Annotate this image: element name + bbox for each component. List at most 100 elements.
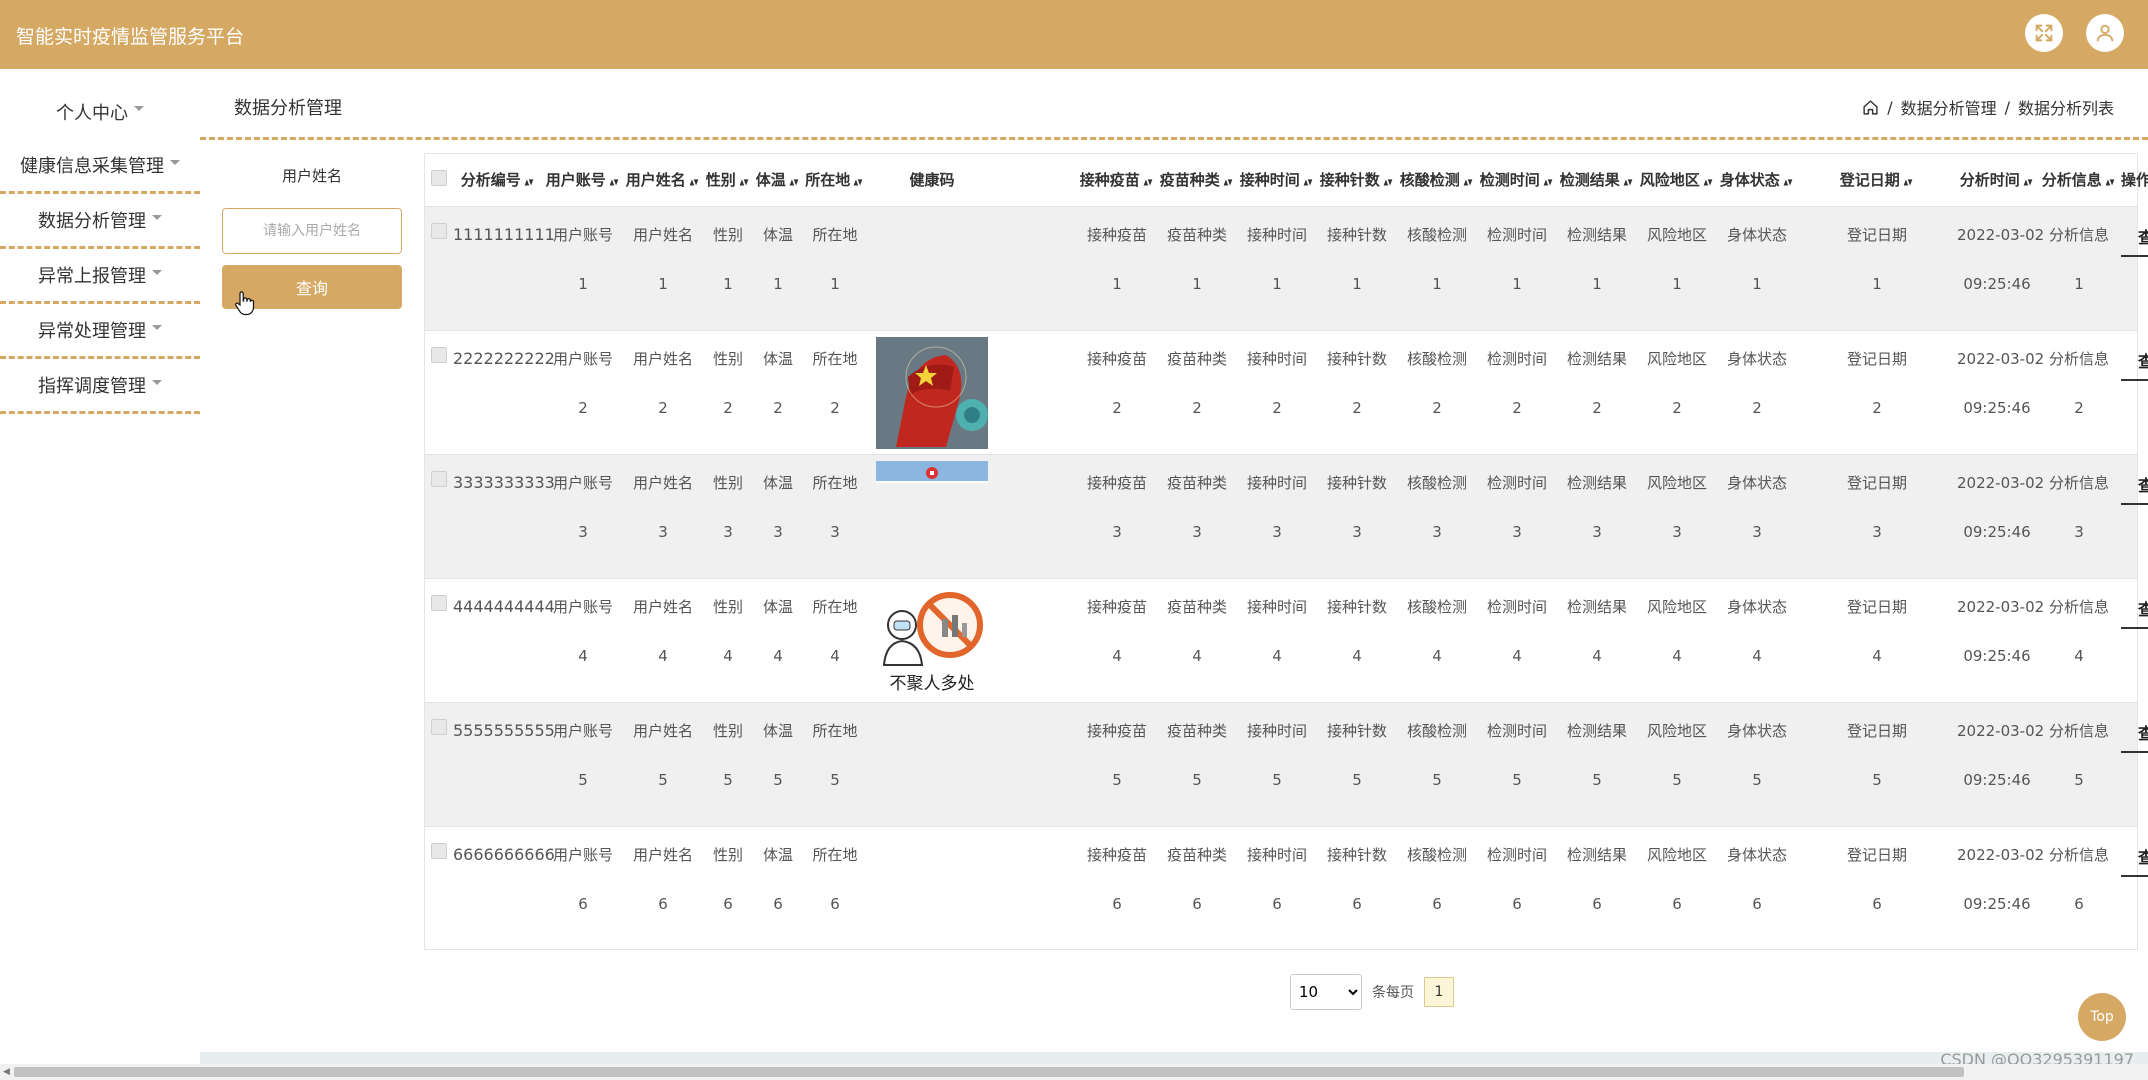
column-header[interactable]: 性别 ▲▼	[703, 154, 753, 206]
cell-primary-text: 检测结果	[1566, 225, 1627, 244]
cell-secondary-text: 2	[658, 398, 668, 417]
sort-icon[interactable]: ▲▼	[1223, 178, 1232, 187]
view-button[interactable]: 查看	[2121, 347, 2148, 381]
cell-primary-text: 检测时间	[1486, 721, 1547, 740]
sidebar-item-dispatch[interactable]: 指挥调度管理	[0, 359, 200, 414]
cell-13: 身体状态 1	[1717, 206, 1797, 330]
column-header[interactable]: 体温 ▲▼	[753, 154, 803, 206]
sort-icon[interactable]: ▲▼	[689, 178, 698, 187]
column-header[interactable]: 分析时间 ▲▼	[1957, 154, 2037, 206]
horizontal-scrollbar[interactable]: ◀	[0, 1064, 2148, 1080]
row-checkbox[interactable]	[431, 346, 447, 363]
column-header[interactable]: 接种疫苗 ▲▼	[1077, 154, 1157, 206]
view-button[interactable]: 查看	[2121, 719, 2148, 753]
column-header-label: 核酸检测	[1399, 171, 1460, 190]
scrollbar-thumb[interactable]	[14, 1067, 1964, 1077]
cell-0: 用户账号 6	[543, 826, 623, 950]
column-header[interactable]: 接种针数 ▲▼	[1317, 154, 1397, 206]
cell-primary-text: 核酸检测	[1406, 473, 1467, 492]
sort-icon[interactable]: ▲▼	[2023, 178, 2032, 187]
view-button[interactable]: 查看	[2121, 471, 2148, 505]
cell-secondary-text: 6	[723, 894, 733, 913]
sort-icon[interactable]: ▲▼	[1383, 178, 1392, 187]
column-header[interactable]: 用户姓名 ▲▼	[623, 154, 703, 206]
fullscreen-button[interactable]	[2025, 14, 2063, 52]
home-icon[interactable]	[1862, 99, 1879, 116]
cell-secondary-text: 1	[1512, 274, 1522, 293]
view-button[interactable]: 查看	[2121, 223, 2148, 257]
scroll-left-icon[interactable]: ◀	[3, 1067, 10, 1077]
cell-secondary-text: 1	[658, 274, 668, 293]
column-header[interactable]: 分析信息 ▲▼	[2037, 154, 2121, 206]
row-checkbox[interactable]	[431, 718, 447, 735]
column-header[interactable]: 检测结果 ▲▼	[1557, 154, 1637, 206]
page-size-select[interactable]: 10	[1290, 974, 1362, 1010]
view-button[interactable]: 查看	[2121, 595, 2148, 629]
cell-actions: 查看	[2121, 454, 2148, 578]
cell-primary-text: 身体状态	[1726, 473, 1787, 492]
row-checkbox[interactable]	[431, 222, 447, 239]
sort-icon[interactable]: ▲▼	[1303, 178, 1312, 187]
view-button[interactable]: 查看	[2121, 843, 2148, 877]
thumbnail[interactable]	[876, 336, 988, 449]
select-all-checkbox[interactable]	[431, 169, 447, 186]
cell-13: 身体状态 6	[1717, 826, 1797, 950]
cell-3: 体温 2	[753, 330, 803, 454]
table-row[interactable]: 5555555555 用户账号 5 用户姓名 5 性别 5 体温 5 所在地 5 接种疫苗 5 疫苗种类 5…	[425, 702, 2148, 826]
column-header[interactable]: 疫苗种类 ▲▼	[1157, 154, 1237, 206]
column-header[interactable]: 分析编号 ▲▼	[453, 154, 543, 206]
page-number-current[interactable]: 1	[1424, 977, 1454, 1007]
column-header-label: 接种针数	[1319, 171, 1380, 190]
table-row[interactable]: 3333333333 用户账号 3 用户姓名 3 性别 3 体温 3 所在地 3 接种疫苗 3 疫苗种类 3…	[425, 454, 2148, 578]
sidebar-item-health-collection[interactable]: 健康信息采集管理	[0, 139, 200, 194]
column-header[interactable]: 风险地区 ▲▼	[1637, 154, 1717, 206]
sort-icon[interactable]: ▲▼	[1903, 178, 1912, 187]
row-checkbox[interactable]	[431, 594, 447, 611]
thumbnail[interactable]	[876, 460, 988, 573]
sort-icon[interactable]: ▲▼	[609, 178, 618, 187]
sort-icon[interactable]: ▲▼	[524, 178, 533, 187]
sort-icon[interactable]: ▲▼	[1783, 178, 1792, 187]
row-checkbox[interactable]	[431, 470, 447, 487]
sort-icon[interactable]: ▲▼	[1143, 178, 1152, 187]
column-header[interactable]: 检测时间 ▲▼	[1477, 154, 1557, 206]
sort-icon[interactable]: ▲▼	[739, 178, 748, 187]
table-row[interactable]: 1111111111 用户账号 1 用户姓名 1 性别 1 体温 1 所在地 1 接种疫苗 1 疫苗种类 1…	[425, 206, 2148, 330]
table-row[interactable]: 2222222222 用户账号 2 用户姓名 2 性别 2 体温 2 所在地 2 接种疫苗 2 疫苗种类 2…	[425, 330, 2148, 454]
cell-0: 用户账号 5	[543, 702, 623, 826]
column-header[interactable]: 登记日期 ▲▼	[1797, 154, 1957, 206]
sort-icon[interactable]: ▲▼	[1623, 178, 1632, 187]
search-input[interactable]	[222, 208, 402, 254]
sort-icon[interactable]: ▲▼	[854, 178, 863, 187]
cell-0: 用户账号 2	[543, 330, 623, 454]
sidebar-item-anomaly-handling[interactable]: 异常处理管理	[0, 304, 200, 359]
cell-9: 核酸检测 6	[1397, 826, 1477, 950]
sidebar-item-personal-center[interactable]: 个人中心	[0, 84, 200, 139]
sort-icon[interactable]: ▲▼	[2105, 178, 2114, 187]
row-checkbox[interactable]	[431, 842, 447, 859]
sort-icon[interactable]: ▲▼	[789, 178, 798, 187]
cell-primary-text: 核酸检测	[1406, 225, 1467, 244]
column-header[interactable]: 用户账号 ▲▼	[543, 154, 623, 206]
column-header-label: 健康码	[909, 171, 955, 190]
data-table: 分析编号 ▲▼ 用户账号 ▲▼ 用户姓名 ▲▼ 性别 ▲▼ 体温 ▲▼ 所在地 ▲▼ 健康码 接种疫苗 ▲▼…	[424, 153, 2148, 950]
column-header[interactable]: 接种时间 ▲▼	[1237, 154, 1317, 206]
breadcrumb-item-module[interactable]: 数据分析管理	[1901, 95, 1997, 119]
cell-primary-text: 5555555555	[453, 720, 555, 740]
table-row[interactable]: 6666666666 用户账号 6 用户姓名 6 性别 6 体温 6 所在地 6 接种疫苗 6 疫苗种类 6…	[425, 826, 2148, 950]
sort-icon[interactable]: ▲▼	[1703, 178, 1712, 187]
column-header[interactable]: 身体状态 ▲▼	[1717, 154, 1797, 206]
sidebar-item-data-analysis[interactable]: 数据分析管理	[0, 194, 200, 249]
sort-icon[interactable]: ▲▼	[1463, 178, 1472, 187]
thumbnail[interactable]: 不聚人多处	[876, 584, 988, 697]
user-button[interactable]	[2086, 14, 2124, 52]
caret-down-icon	[170, 159, 180, 165]
cell-primary-text: 风险地区	[1646, 845, 1707, 864]
column-header[interactable]: 核酸检测 ▲▼	[1397, 154, 1477, 206]
column-header[interactable]: 所在地 ▲▼	[803, 154, 867, 206]
cell-10: 检测时间 4	[1477, 578, 1557, 702]
table-row[interactable]: 4444444444 用户账号 4 用户姓名 4 性别 4 体温 4 所在地 4 不聚人多处 接种疫苗 4…	[425, 578, 2148, 702]
sidebar-item-anomaly-report[interactable]: 异常上报管理	[0, 249, 200, 304]
back-to-top-button[interactable]: Top	[2078, 993, 2126, 1041]
sort-icon[interactable]: ▲▼	[1543, 178, 1552, 187]
